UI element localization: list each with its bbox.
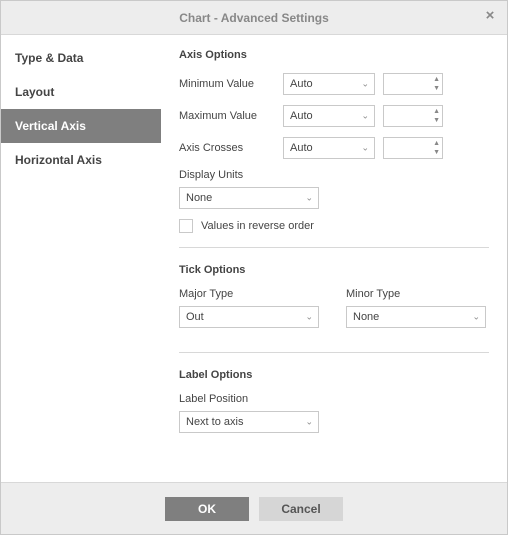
combo-value: None bbox=[186, 192, 212, 204]
combo-value: Auto bbox=[290, 78, 313, 90]
axis-crosses-row: Axis Crosses Auto ⌄ ▲▼ bbox=[179, 137, 489, 159]
minimum-value-combo[interactable]: Auto ⌄ bbox=[283, 73, 375, 95]
combo-value: None bbox=[353, 311, 379, 323]
sidebar-item-label: Type & Data bbox=[15, 51, 83, 65]
label-position-combo[interactable]: Next to axis ⌄ bbox=[179, 411, 319, 433]
dialog-body: Type & Data Layout Vertical Axis Horizon… bbox=[1, 35, 507, 482]
spinner-buttons[interactable]: ▲▼ bbox=[433, 140, 440, 156]
label-position-group: Label Position Next to axis ⌄ bbox=[179, 393, 489, 433]
tick-options-section: Tick Options Major Type Out ⌄ Minor Type… bbox=[179, 264, 489, 338]
combo-value: Auto bbox=[290, 110, 313, 122]
label-options-section: Label Options Label Position Next to axi… bbox=[179, 369, 489, 433]
major-type-combo[interactable]: Out ⌄ bbox=[179, 306, 319, 328]
sidebar: Type & Data Layout Vertical Axis Horizon… bbox=[1, 35, 161, 482]
button-label: OK bbox=[198, 502, 216, 516]
button-label: Cancel bbox=[281, 502, 320, 516]
maximum-value-spinner[interactable]: ▲▼ bbox=[383, 105, 443, 127]
minor-type-label: Minor Type bbox=[346, 288, 489, 300]
spinner-buttons[interactable]: ▲▼ bbox=[433, 76, 440, 92]
sidebar-item-label: Vertical Axis bbox=[15, 119, 86, 133]
maximum-value-row: Maximum Value Auto ⌄ ▲▼ bbox=[179, 105, 489, 127]
dialog-titlebar: Chart - Advanced Settings × bbox=[1, 1, 507, 35]
minor-type-combo[interactable]: None ⌄ bbox=[346, 306, 486, 328]
tick-options-title: Tick Options bbox=[179, 264, 489, 276]
label-position-label: Label Position bbox=[179, 393, 489, 405]
chevron-down-icon: ⌄ bbox=[305, 193, 313, 204]
dialog-title: Chart - Advanced Settings bbox=[179, 11, 329, 25]
maximum-value-label: Maximum Value bbox=[179, 110, 275, 122]
reverse-order-row: Values in reverse order bbox=[179, 219, 489, 233]
chevron-down-icon: ⌄ bbox=[305, 312, 313, 323]
display-units-group: Display Units None ⌄ bbox=[179, 169, 489, 209]
reverse-order-label: Values in reverse order bbox=[201, 220, 314, 232]
cancel-button[interactable]: Cancel bbox=[259, 497, 343, 521]
major-type-label: Major Type bbox=[179, 288, 322, 300]
axis-options-section: Axis Options Minimum Value Auto ⌄ ▲▼ Max… bbox=[179, 49, 489, 233]
section-divider bbox=[179, 247, 489, 248]
axis-crosses-combo[interactable]: Auto ⌄ bbox=[283, 137, 375, 159]
settings-panel: Axis Options Minimum Value Auto ⌄ ▲▼ Max… bbox=[161, 35, 507, 482]
chevron-down-icon: ⌄ bbox=[361, 79, 369, 90]
spinner-buttons[interactable]: ▲▼ bbox=[433, 108, 440, 124]
combo-value: Out bbox=[186, 311, 204, 323]
ok-button[interactable]: OK bbox=[165, 497, 249, 521]
sidebar-item-vertical-axis[interactable]: Vertical Axis bbox=[1, 109, 161, 143]
sidebar-item-horizontal-axis[interactable]: Horizontal Axis bbox=[1, 143, 161, 177]
axis-crosses-spinner[interactable]: ▲▼ bbox=[383, 137, 443, 159]
reverse-order-checkbox[interactable] bbox=[179, 219, 193, 233]
chevron-down-icon: ⌄ bbox=[361, 143, 369, 154]
minor-type-group: Minor Type None ⌄ bbox=[346, 288, 489, 328]
major-type-group: Major Type Out ⌄ bbox=[179, 288, 322, 328]
tick-type-pair: Major Type Out ⌄ Minor Type None ⌄ bbox=[179, 288, 489, 338]
display-units-combo[interactable]: None ⌄ bbox=[179, 187, 319, 209]
maximum-value-combo[interactable]: Auto ⌄ bbox=[283, 105, 375, 127]
chevron-down-icon: ⌄ bbox=[305, 417, 313, 428]
sidebar-item-label: Layout bbox=[15, 85, 54, 99]
sidebar-item-type-data[interactable]: Type & Data bbox=[1, 41, 161, 75]
section-divider bbox=[179, 352, 489, 353]
chart-advanced-settings-dialog: Chart - Advanced Settings × Type & Data … bbox=[0, 0, 508, 535]
close-icon[interactable]: × bbox=[481, 7, 499, 25]
axis-crosses-label: Axis Crosses bbox=[179, 142, 275, 154]
minimum-value-label: Minimum Value bbox=[179, 78, 275, 90]
axis-options-title: Axis Options bbox=[179, 49, 489, 61]
chevron-down-icon: ⌄ bbox=[361, 111, 369, 122]
sidebar-item-label: Horizontal Axis bbox=[15, 153, 102, 167]
chevron-down-icon: ⌄ bbox=[472, 312, 480, 323]
label-options-title: Label Options bbox=[179, 369, 489, 381]
minimum-value-spinner[interactable]: ▲▼ bbox=[383, 73, 443, 95]
combo-value: Next to axis bbox=[186, 416, 243, 428]
sidebar-item-layout[interactable]: Layout bbox=[1, 75, 161, 109]
minimum-value-row: Minimum Value Auto ⌄ ▲▼ bbox=[179, 73, 489, 95]
display-units-label: Display Units bbox=[179, 169, 489, 181]
dialog-footer: OK Cancel bbox=[1, 482, 507, 534]
combo-value: Auto bbox=[290, 142, 313, 154]
